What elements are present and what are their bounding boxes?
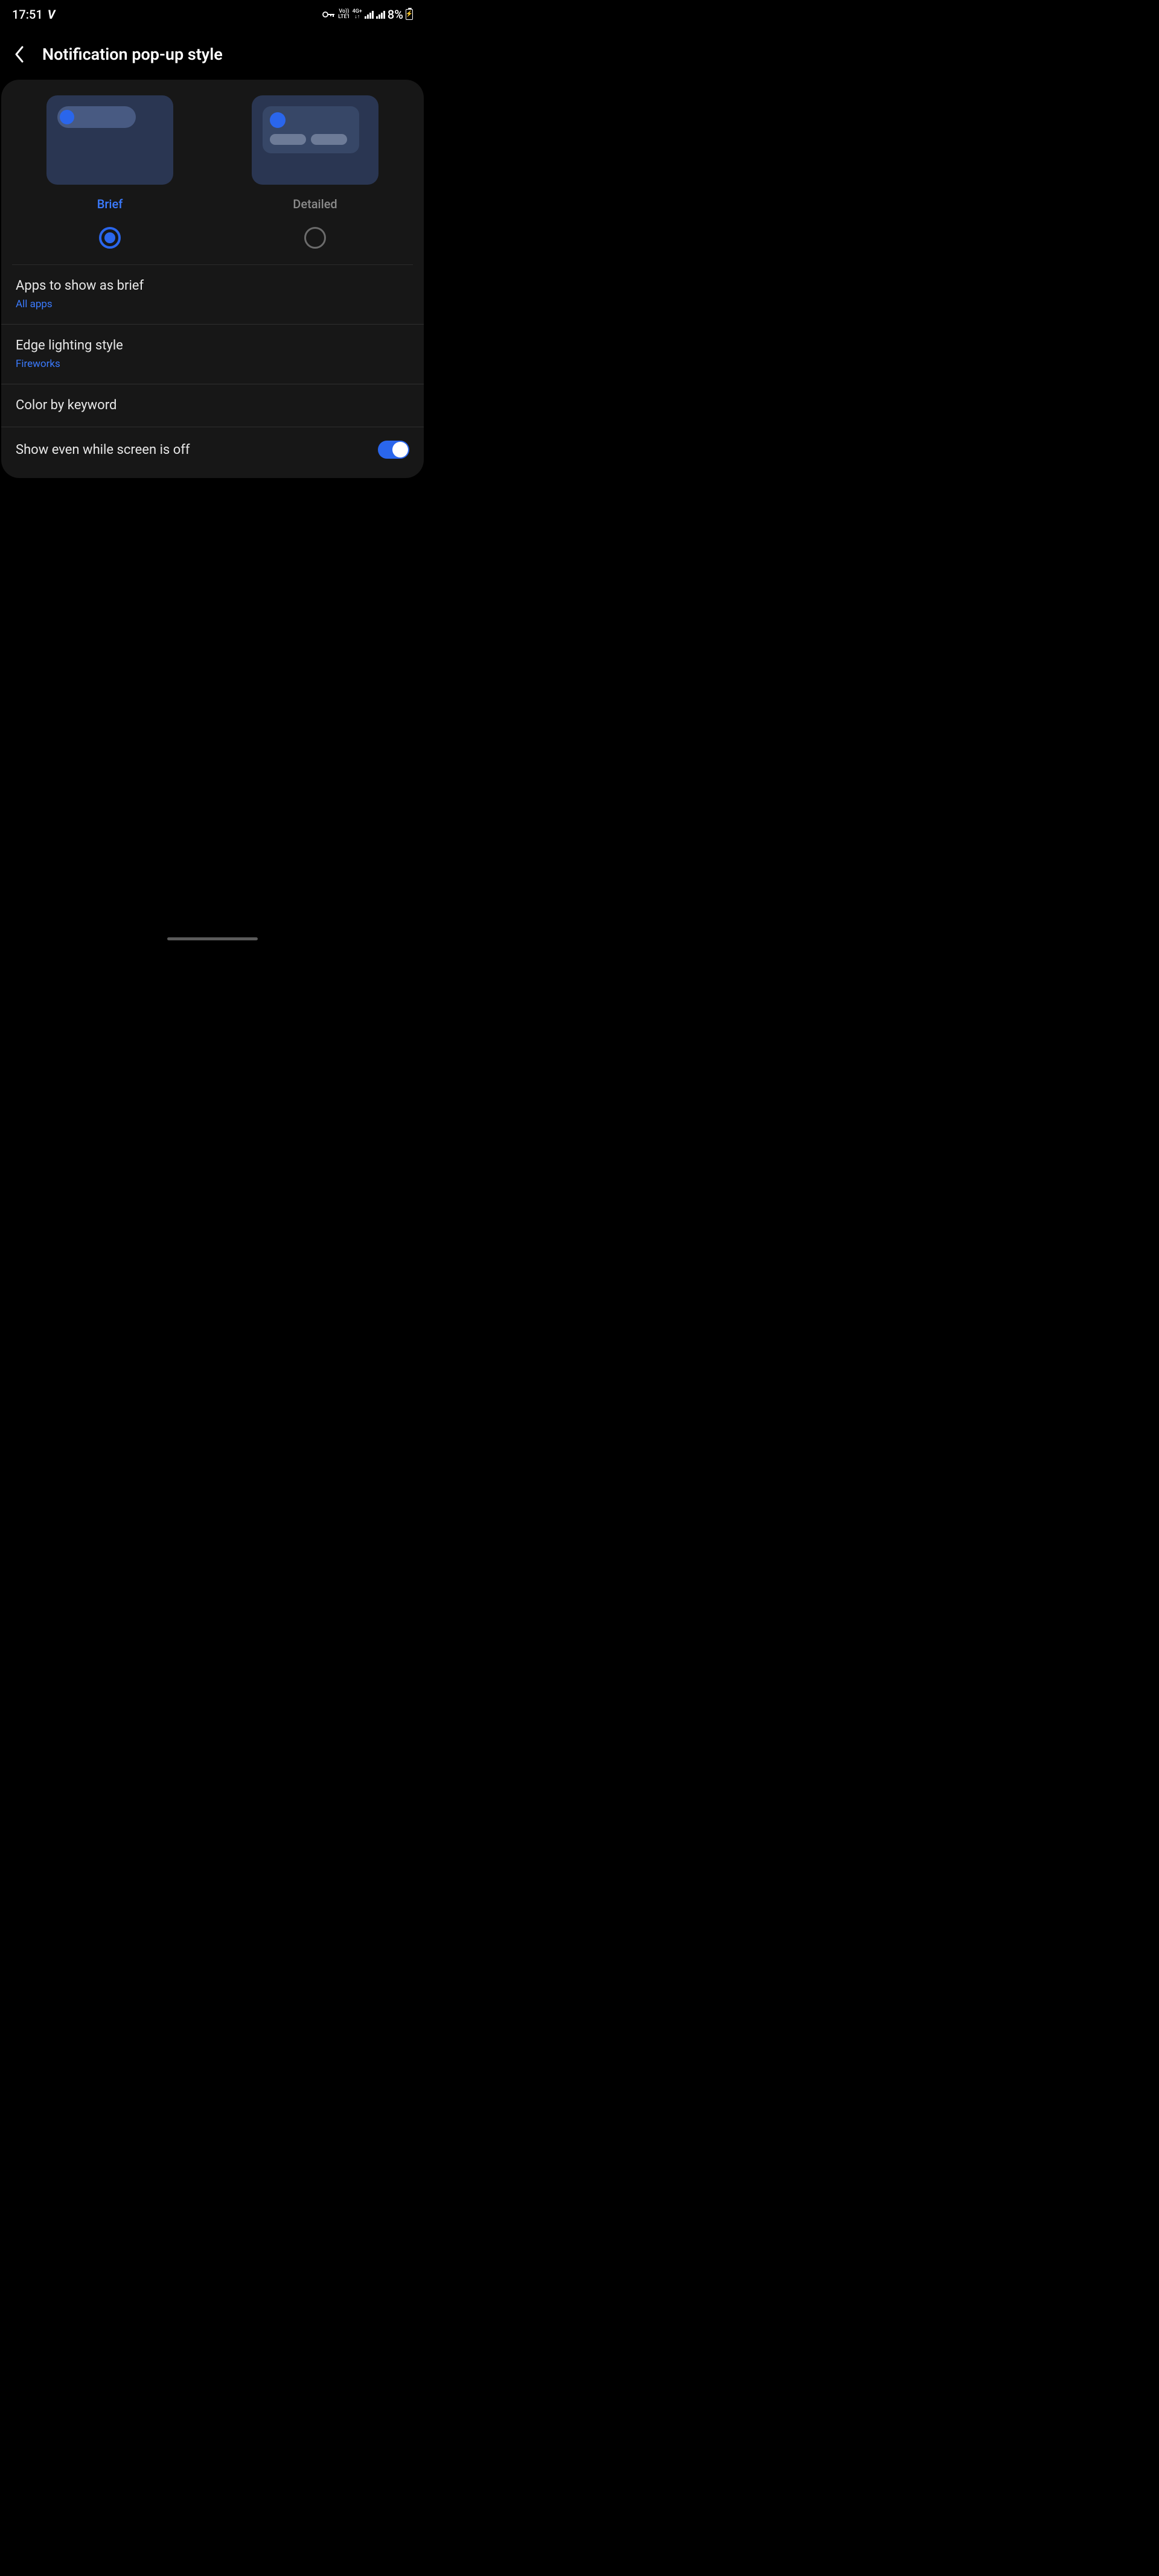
signal-icon-2 — [376, 10, 385, 19]
status-right: Vo)) LTE1 4G+ ↓↑ 8% ⚡ — [322, 7, 413, 22]
row-edge-value: Fireworks — [16, 358, 409, 370]
detailed-preview — [252, 95, 378, 185]
back-button[interactable] — [11, 46, 28, 63]
detailed-label: Detailed — [293, 197, 337, 211]
page-header: Notification pop-up style — [0, 27, 425, 75]
style-chooser: Brief Detailed — [1, 80, 424, 249]
style-option-brief[interactable]: Brief — [7, 95, 212, 249]
battery-percent: 8% — [388, 7, 403, 22]
brief-label: Brief — [97, 197, 123, 211]
volte-indicator: Vo)) LTE1 — [338, 9, 350, 20]
home-indicator[interactable] — [167, 937, 258, 940]
status-left: 17:51 V — [12, 7, 55, 22]
brief-preview — [46, 95, 173, 185]
row-edge-title: Edge lighting style — [16, 338, 409, 353]
row-show-off-title: Show even while screen is off — [16, 442, 190, 457]
brief-pill-icon — [57, 106, 136, 128]
row-apps-value: All apps — [16, 298, 409, 310]
row-apps-title: Apps to show as brief — [16, 278, 409, 293]
detailed-radio[interactable] — [304, 227, 326, 249]
page-title: Notification pop-up style — [42, 45, 223, 64]
row-edge-lighting[interactable]: Edge lighting style Fireworks — [1, 324, 424, 384]
signal-icon-1 — [365, 10, 374, 19]
brief-dot-icon — [60, 110, 74, 124]
row-apps-to-show[interactable]: Apps to show as brief All apps — [1, 265, 424, 324]
vpn-key-icon — [322, 8, 336, 21]
detailed-box-icon — [263, 106, 359, 153]
show-off-toggle[interactable] — [378, 441, 409, 459]
row-color-keyword[interactable]: Color by keyword — [1, 384, 424, 427]
row-color-title: Color by keyword — [16, 398, 409, 413]
network-indicator: 4G+ ↓↑ — [353, 9, 362, 20]
detailed-dot-icon — [270, 112, 286, 128]
status-bar: 17:51 V Vo)) LTE1 4G+ ↓↑ 8% ⚡ — [0, 0, 425, 27]
settings-card: Brief Detailed Apps to show as brief All… — [1, 80, 424, 478]
status-time: 17:51 — [12, 7, 43, 22]
battery-icon: ⚡ — [406, 9, 413, 20]
style-option-detailed[interactable]: Detailed — [212, 95, 418, 249]
brief-radio[interactable] — [99, 227, 121, 249]
status-icon: V — [48, 7, 56, 22]
row-show-while-off[interactable]: Show even while screen is off — [1, 427, 424, 472]
detailed-pills-icon — [270, 134, 352, 145]
